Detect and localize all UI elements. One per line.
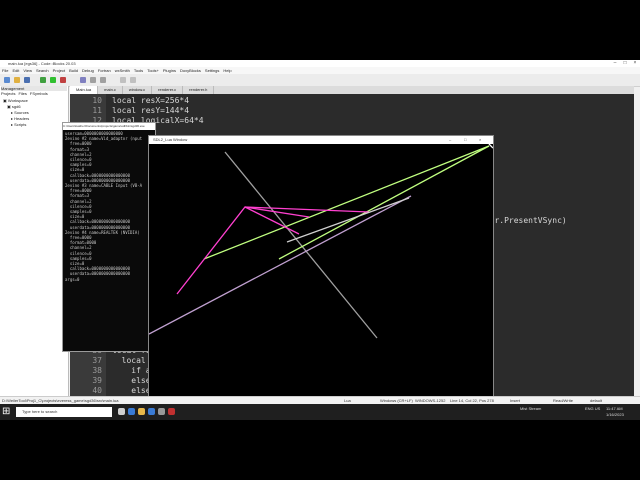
status-language: Lua <box>344 398 351 403</box>
render-line <box>278 145 490 260</box>
render-line <box>488 144 493 149</box>
sdl-close-icon[interactable]: × <box>479 136 481 144</box>
language-indicator[interactable]: ENG US <box>585 406 600 412</box>
step-into-icon[interactable] <box>100 77 106 83</box>
menu-item[interactable]: File <box>2 67 8 74</box>
line-number: 10 <box>92 96 102 105</box>
status-line-endings: Windows (CR+LF) <box>380 398 413 403</box>
menu-item[interactable]: Plugins <box>163 67 176 74</box>
render-line <box>203 145 490 260</box>
sdl-render-canvas <box>149 144 493 339</box>
console-window[interactable]: C:\Users\feather\Documents\projects\game… <box>62 122 156 352</box>
tab-files[interactable]: Files <box>18 91 26 96</box>
tab-main-lua[interactable]: Main.lua <box>70 86 99 94</box>
menu-item[interactable]: Help <box>223 67 231 74</box>
codeblocks-icon[interactable] <box>158 408 165 415</box>
sdl-window[interactable]: SDL2_Lua Window – □ × <box>148 135 494 401</box>
editor-tabs: Main.lua main.c window.c renderer.c rend… <box>70 86 634 94</box>
menu-item[interactable]: View <box>23 67 32 74</box>
run-icon[interactable] <box>50 77 56 83</box>
menu-item[interactable]: Search <box>36 67 49 74</box>
render-line <box>176 206 310 295</box>
taskbar-search-placeholder: Type here to search <box>22 409 58 414</box>
render-line <box>224 151 378 339</box>
code-line[interactable]: local resX=256*4 <box>112 96 189 105</box>
save-icon[interactable] <box>24 77 30 83</box>
console-title: C:\Users\feather\Documents\projects\game… <box>63 123 155 130</box>
status-insert: Insert <box>510 398 521 403</box>
code-line[interactable]: local resY=144*4 <box>112 106 189 115</box>
line-number: 37 <box>92 356 102 365</box>
tree-item-scripts[interactable]: ▸ Scripts <box>3 122 29 128</box>
status-position: Line 14, Col 22, Pos 278 <box>450 398 494 403</box>
clock-date[interactable]: 1/16/2023 <box>606 412 624 418</box>
status-default: default <box>590 398 603 403</box>
sdl-maximize-icon[interactable]: □ <box>464 136 466 144</box>
desktop-screen: main.lua [egs36] - Code::Blocks 20.03 – … <box>0 60 640 420</box>
minimize-icon[interactable]: – <box>610 60 620 67</box>
tab-projects[interactable]: Projects <box>1 91 15 96</box>
maximize-icon[interactable]: □ <box>620 60 630 67</box>
tab-renderer-c[interactable]: renderer.c <box>152 86 184 94</box>
render-line <box>286 197 410 243</box>
task-view-icon[interactable] <box>118 408 125 415</box>
menu-item[interactable]: DoxyBlocks <box>180 67 201 74</box>
management-tabs: Projects Files FSymbols <box>1 91 51 96</box>
render-line <box>149 195 412 335</box>
open-folder-icon[interactable] <box>14 77 20 83</box>
sdl-minimize-icon[interactable]: – <box>449 136 451 144</box>
file-explorer-icon[interactable] <box>138 408 145 415</box>
console-output: usersam=0000000000000000 2evino #2 name=… <box>65 131 143 282</box>
menu-item[interactable]: Build <box>69 67 78 74</box>
tab-renderer-h[interactable]: renderer.h <box>183 86 215 94</box>
sdl-titlebar: SDL2_Lua Window – □ × <box>149 136 493 144</box>
line-number: 11 <box>92 106 102 115</box>
status-readwrite: Read/Write <box>553 398 573 403</box>
menu-item[interactable]: Fortran <box>98 67 111 74</box>
tab-fsymbols[interactable]: FSymbols <box>30 91 48 96</box>
search-icon[interactable] <box>120 77 126 83</box>
taskbar-search-input[interactable]: Type here to search <box>16 407 112 417</box>
weather-widget[interactable]: Mist Stream <box>520 406 541 412</box>
project-tree: ▣ Workspace ▣ sgd6 ▸ Sources ▸ Headers ▸… <box>3 98 29 128</box>
stop-icon[interactable] <box>60 77 66 83</box>
management-panel: Management Projects Files FSymbols ▣ Wor… <box>0 86 69 396</box>
app-icon-2[interactable] <box>168 408 175 415</box>
line-number: 40 <box>92 386 102 395</box>
tab-main-c[interactable]: main.c <box>98 86 123 94</box>
replace-icon[interactable] <box>130 77 136 83</box>
menu-bar: File Edit View Search Project Build Debug Fortr… <box>0 67 640 74</box>
sdl-window-title: SDL2_Lua Window <box>153 137 188 142</box>
line-number: 39 <box>92 376 102 385</box>
menu-item[interactable]: Edit <box>12 67 19 74</box>
app-titlebar: main.lua [egs36] - Code::Blocks 20.03 – … <box>0 60 640 67</box>
taskbar: ⊞ Type here to search Mist Stream ENG US… <box>0 404 640 420</box>
edge-icon[interactable] <box>128 408 135 415</box>
line-number: 38 <box>92 366 102 375</box>
menu-item[interactable]: wxSmith <box>115 67 130 74</box>
tab-window-c[interactable]: window.c <box>123 86 153 94</box>
menu-item[interactable]: Settings <box>205 67 219 74</box>
step-icon[interactable] <box>90 77 96 83</box>
windows-start-icon[interactable]: ⊞ <box>2 407 12 417</box>
menu-item[interactable]: Debug <box>82 67 94 74</box>
menu-item[interactable]: Tools+ <box>147 67 159 74</box>
debug-icon[interactable] <box>80 77 86 83</box>
new-file-icon[interactable] <box>4 77 10 83</box>
menu-item[interactable]: Project <box>53 67 65 74</box>
status-encoding: WINDOWS-1252 <box>415 398 446 403</box>
app-icon[interactable] <box>148 408 155 415</box>
app-title: main.lua [egs36] - Code::Blocks 20.03 <box>8 61 76 66</box>
menu-item[interactable]: Tools <box>134 67 143 74</box>
close-icon[interactable]: × <box>630 60 640 67</box>
status-file-path: D:\WeilerTool\Proj1_C\projects\everess_g… <box>2 398 119 403</box>
build-icon[interactable] <box>40 77 46 83</box>
